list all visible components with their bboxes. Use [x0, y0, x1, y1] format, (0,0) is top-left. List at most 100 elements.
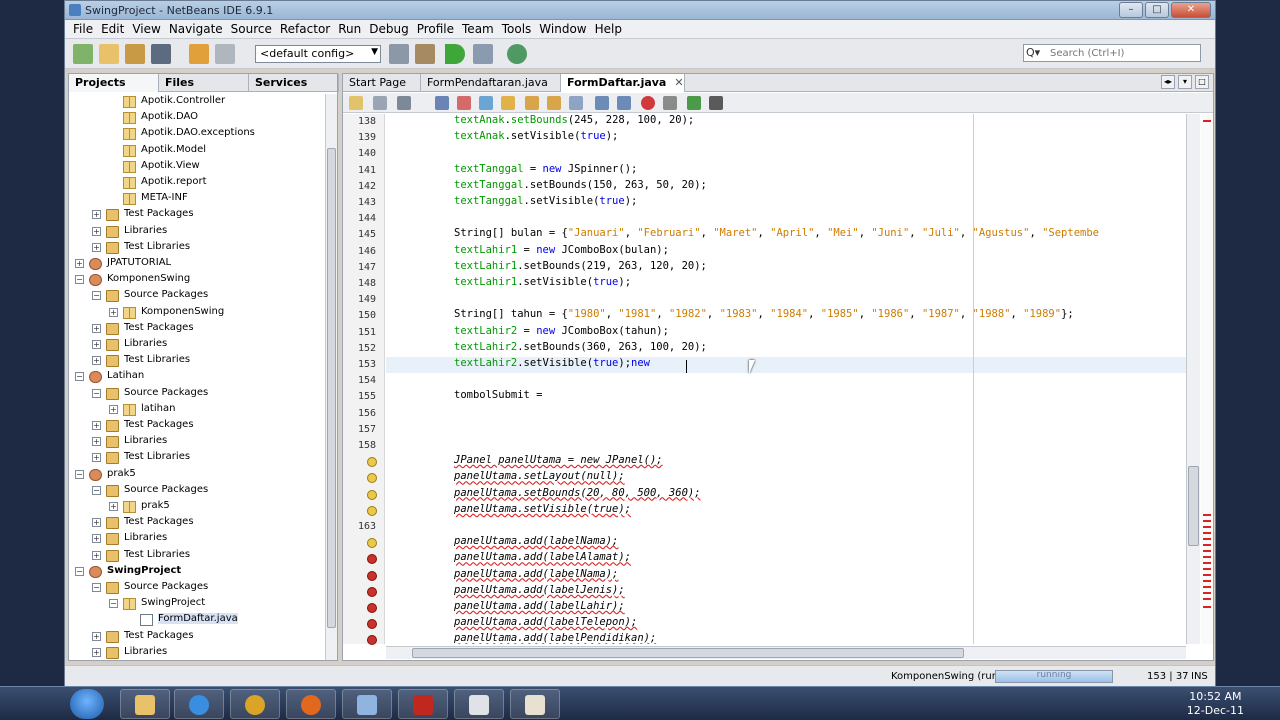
find-previous-icon[interactable]: [457, 96, 471, 110]
tree-item[interactable]: + Test Packages: [69, 418, 323, 434]
code-line[interactable]: [386, 211, 1186, 227]
tree-item[interactable]: + Libraries: [69, 337, 323, 353]
search-input[interactable]: [1050, 46, 1198, 60]
error-stripe-mark[interactable]: [1203, 556, 1211, 558]
tree-item[interactable]: − Source Packages: [69, 386, 323, 402]
warning-icon[interactable]: [367, 538, 377, 549]
tree-item[interactable]: + Test Libraries: [69, 240, 323, 256]
code-line[interactable]: panelUtama.add(labelLahir);: [386, 600, 1186, 616]
error-icon[interactable]: [367, 554, 377, 565]
error-stripe-mark[interactable]: [1203, 592, 1211, 594]
menu-debug[interactable]: Debug: [365, 22, 412, 36]
code-line[interactable]: panelUtama.add(labelNama);: [386, 568, 1186, 584]
close-tab-icon[interactable]: ✕: [674, 76, 683, 89]
collapse-icon[interactable]: −: [92, 583, 101, 592]
tree-item[interactable]: + Libraries: [69, 645, 323, 660]
tree-item[interactable]: + Test Libraries: [69, 548, 323, 564]
menu-edit[interactable]: Edit: [97, 22, 128, 36]
new-file-icon[interactable]: [99, 44, 119, 64]
new-project-icon[interactable]: [73, 44, 93, 64]
expand-icon[interactable]: +: [92, 323, 101, 333]
tab-files[interactable]: Files: [159, 74, 249, 92]
tree-item[interactable]: − SwingProject: [69, 564, 323, 580]
error-stripe-mark[interactable]: [1203, 574, 1211, 576]
error-stripe-mark[interactable]: [1203, 550, 1211, 552]
title-bar[interactable]: SwingProject - NetBeans IDE 6.9.1 – □ ✕: [65, 1, 1215, 20]
collapse-icon[interactable]: −: [75, 469, 84, 479]
error-stripe-mark[interactable]: [1203, 586, 1211, 588]
tree-scroll-thumb[interactable]: [327, 148, 336, 628]
tree-item[interactable]: + Libraries: [69, 531, 323, 547]
tree-item[interactable]: + prak5: [69, 499, 323, 515]
tree-item[interactable]: Apotik.Model: [69, 143, 323, 159]
save-all-icon[interactable]: [151, 44, 171, 64]
menu-file[interactable]: File: [69, 22, 97, 36]
taskbar-firefox[interactable]: [286, 689, 336, 719]
collapse-icon[interactable]: −: [75, 566, 84, 576]
code-line[interactable]: tombolSubmit =: [386, 389, 1186, 405]
code-line[interactable]: textTanggal.setBounds(150, 263, 50, 20);: [386, 179, 1186, 195]
warning-icon[interactable]: [367, 473, 377, 484]
expand-icon[interactable]: +: [109, 404, 118, 414]
tree-item[interactable]: + KomponenSwing: [69, 305, 323, 321]
taskbar-ie[interactable]: [174, 689, 224, 719]
tree-item[interactable]: − Latihan: [69, 369, 323, 385]
tree-item[interactable]: − Source Packages: [69, 483, 323, 499]
expand-icon[interactable]: +: [92, 242, 101, 252]
tree-item[interactable]: + Libraries: [69, 434, 323, 450]
tab-list-icon[interactable]: ▾: [1178, 75, 1192, 89]
build-icon[interactable]: [389, 44, 409, 64]
editor-tab[interactable]: Start Page: [343, 74, 421, 92]
error-icon[interactable]: [367, 603, 377, 613]
warning-icon[interactable]: [367, 489, 377, 500]
tree-item[interactable]: Apotik.DAO: [69, 110, 323, 126]
profile-icon[interactable]: [507, 44, 527, 64]
tree-item[interactable]: + Test Packages: [69, 629, 323, 645]
tree-item[interactable]: Apotik.DAO.exceptions: [69, 126, 323, 142]
tree-scrollbar[interactable]: [325, 94, 337, 660]
expand-icon[interactable]: +: [92, 421, 101, 430]
error-stripe-mark[interactable]: [1203, 526, 1211, 528]
editor-hscroll-thumb[interactable]: [412, 648, 964, 658]
clean-build-icon[interactable]: [415, 44, 435, 64]
error-stripe-mark[interactable]: [1203, 538, 1211, 540]
tree-item[interactable]: − prak5: [69, 467, 323, 483]
error-stripe-mark[interactable]: [1203, 120, 1211, 122]
error-stripe-mark[interactable]: [1203, 568, 1211, 570]
code-line[interactable]: textLahir2.setVisible(true);new: [386, 357, 1186, 373]
taskbar-netbeans[interactable]: [342, 689, 392, 719]
taskbar-java[interactable]: [510, 689, 560, 719]
tree-item[interactable]: Apotik.Controller: [69, 94, 323, 110]
menu-window[interactable]: Window: [535, 22, 590, 36]
tree-item[interactable]: + JPATUTORIAL: [69, 256, 323, 272]
code-line[interactable]: panelUtama.add(labelNama);: [386, 535, 1186, 551]
code-line[interactable]: [386, 519, 1186, 535]
code-line[interactable]: panelUtama.add(labelTelepon);: [386, 616, 1186, 632]
maximize-button[interactable]: □: [1145, 2, 1169, 18]
expand-icon[interactable]: +: [92, 340, 101, 349]
code-line[interactable]: panelUtama.add(labelAlamat);: [386, 551, 1186, 567]
collapse-icon[interactable]: −: [92, 291, 101, 301]
tree-item[interactable]: − Source Packages: [69, 288, 323, 304]
expand-icon[interactable]: +: [92, 631, 101, 641]
error-stripe-mark[interactable]: [1203, 562, 1211, 564]
code-line[interactable]: textLahir2.setBounds(360, 263, 100, 20);: [386, 341, 1186, 357]
minimize-button[interactable]: –: [1119, 2, 1143, 18]
error-icon[interactable]: [367, 619, 377, 630]
code-line[interactable]: JPanel panelUtama = new JPanel();: [386, 454, 1186, 470]
scroll-tabs-icon[interactable]: ◂▸: [1161, 75, 1175, 89]
code-line[interactable]: textTanggal = new JSpinner();: [386, 163, 1186, 179]
taskbar-chrome[interactable]: [230, 689, 280, 719]
expand-icon[interactable]: +: [92, 210, 101, 220]
expand-icon[interactable]: +: [92, 647, 101, 657]
redo-icon[interactable]: [215, 44, 235, 64]
taskbar-acrobat[interactable]: [398, 689, 448, 719]
warning-icon[interactable]: [367, 457, 377, 468]
menu-help[interactable]: Help: [591, 22, 626, 36]
maximize-editor-icon[interactable]: □: [1195, 75, 1209, 89]
source-history-icon[interactable]: [349, 96, 363, 110]
editor-vscroll-thumb[interactable]: [1188, 466, 1199, 546]
find-next-icon[interactable]: [479, 96, 493, 110]
tree-item[interactable]: + Test Packages: [69, 321, 323, 337]
code-line[interactable]: textAnak.setVisible(true);: [386, 130, 1186, 146]
